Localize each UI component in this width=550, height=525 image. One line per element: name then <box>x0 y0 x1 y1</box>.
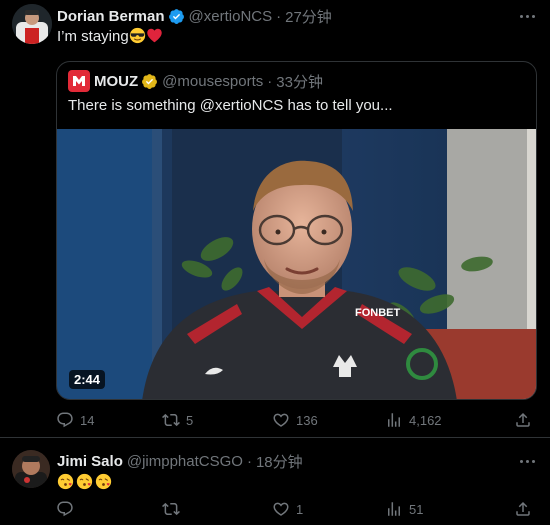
share-icon <box>516 501 530 516</box>
author-name[interactable]: Dorian Berman <box>57 8 165 25</box>
mouz-logo-avatar[interactable] <box>68 70 90 92</box>
tweet-text: I’m staying <box>57 28 129 45</box>
verified-gold-badge-icon <box>142 73 158 89</box>
separator-dot: · <box>267 72 273 90</box>
views-chart-icon <box>388 502 400 516</box>
separator-dot: · <box>276 8 282 25</box>
smiling-face-with-sunglasses-icon <box>129 27 145 44</box>
views-count: 51 <box>409 501 424 517</box>
avatar-dorian-berman[interactable] <box>12 4 52 44</box>
share-button[interactable] <box>514 411 538 429</box>
reply-button[interactable]: 14 <box>56 411 94 429</box>
mouz-logo-icon <box>73 76 85 86</box>
face-blowing-kiss-icon <box>57 473 74 490</box>
quoted-tweet-text: There is something @xertioNCS has to tel… <box>68 97 393 114</box>
retweet-icon <box>162 413 180 427</box>
tweet2-action-bar: 1 51 <box>56 500 550 520</box>
red-heart-icon <box>146 28 162 43</box>
author-handle[interactable]: @xertioNCS <box>189 8 273 25</box>
views-count: 4,162 <box>409 412 442 428</box>
views-button[interactable]: 51 <box>385 500 423 518</box>
quoted-author-name: MOUZ <box>94 72 139 90</box>
like-button[interactable]: 136 <box>272 411 318 429</box>
retweet-button[interactable] <box>162 500 186 518</box>
tweet1-text: I’m staying <box>57 27 163 45</box>
more-options-icon[interactable] <box>516 7 538 25</box>
author-handle[interactable]: @jimpphatCSGO <box>127 453 243 470</box>
author-name[interactable]: Jimi Salo <box>57 453 123 470</box>
quoted-tweet[interactable]: MOUZ @mousesports · 33分钟 There is someth… <box>56 61 537 400</box>
reply-button[interactable] <box>56 500 80 518</box>
tweet1-header: Dorian Berman @xertioNCS · 27分钟 <box>57 6 332 27</box>
tweet1-action-bar: 14 5 136 4,162 <box>56 411 550 431</box>
quoted-timestamp: 33分钟 <box>276 73 323 91</box>
reply-icon <box>57 501 73 517</box>
quoted-tweet-header: MOUZ @mousesports · 33分钟 <box>68 70 323 92</box>
quoted-author-handle: @mousesports <box>162 72 264 90</box>
timestamp[interactable]: 18分钟 <box>256 451 303 472</box>
avatar-jimi-salo[interactable] <box>12 450 50 488</box>
retweet-count: 5 <box>186 412 194 428</box>
views-chart-icon <box>388 413 400 427</box>
reply-icon <box>57 412 73 428</box>
verified-badge-icon <box>168 9 184 24</box>
tweet2-text <box>57 473 112 490</box>
views-button[interactable]: 4,162 <box>385 411 442 429</box>
retweet-button[interactable]: 5 <box>162 411 193 429</box>
avatar-image <box>12 4 52 44</box>
separator-dot: · <box>246 453 252 470</box>
video-duration-badge: 2:44 <box>69 370 106 389</box>
share-button[interactable] <box>514 500 538 518</box>
tweet2-header: Jimi Salo @jimpphatCSGO · 18分钟 <box>57 451 303 472</box>
face-blowing-kiss-icon <box>76 473 93 490</box>
more-options-icon[interactable] <box>516 452 538 470</box>
share-icon <box>516 412 530 427</box>
jersey-sponsor-text: FONBET <box>355 307 401 319</box>
like-count: 136 <box>296 412 318 428</box>
like-button[interactable]: 1 <box>272 500 303 518</box>
avatar-image <box>12 450 50 488</box>
face-blowing-kiss-icon <box>95 473 112 490</box>
reply-count: 14 <box>80 412 95 428</box>
heart-icon <box>273 502 289 516</box>
like-count: 1 <box>296 501 304 517</box>
video-player[interactable]: FONBET 2:44 <box>57 129 536 399</box>
video-thumbnail: FONBET <box>57 129 536 399</box>
retweet-icon <box>162 502 180 516</box>
timestamp[interactable]: 27分钟 <box>285 6 332 27</box>
heart-icon <box>273 413 289 427</box>
